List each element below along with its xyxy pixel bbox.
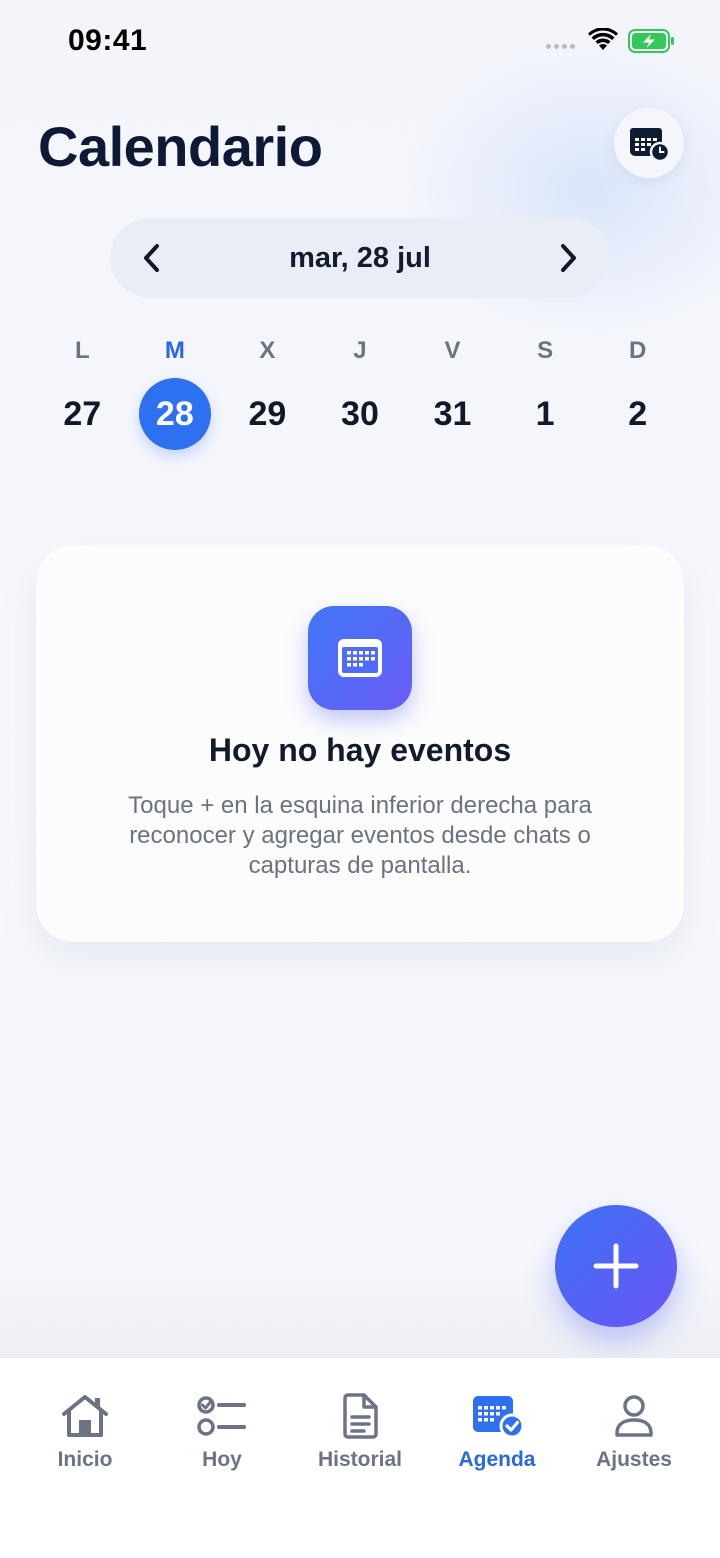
person-icon [615, 1395, 653, 1437]
tab-historial[interactable]: Historial [290, 1392, 430, 1472]
tab-label: Historial [317, 1448, 403, 1471]
week-day[interactable]: L 27 [36, 334, 129, 450]
document-icon [343, 1393, 378, 1439]
day-letter: D [628, 337, 647, 364]
calendar-settings-button[interactable] [614, 108, 684, 178]
home-icon [62, 1395, 108, 1437]
chevron-right-icon [561, 244, 576, 272]
calendar-icon [338, 639, 382, 677]
current-date-label[interactable]: mar, 28 jul [110, 242, 610, 275]
tab-inicio[interactable]: Inicio [15, 1392, 155, 1472]
day-number-selected[interactable]: 28 [138, 378, 211, 450]
week-day[interactable]: D 2 [591, 334, 684, 450]
battery-charging-icon [628, 29, 674, 53]
day-number[interactable]: 1 [509, 378, 581, 450]
day-letter: V [444, 337, 461, 364]
status-bar: 09:41 [0, 0, 720, 82]
tab-hoy[interactable]: Hoy [152, 1392, 292, 1472]
day-letter: X [259, 337, 276, 364]
checklist-icon [197, 1396, 246, 1436]
day-letter: M [164, 337, 185, 364]
calendar-check-icon [473, 1396, 524, 1439]
week-strip: L 27 M 28 X 29 J 30 V 31 S 1 D 2 [36, 334, 684, 450]
day-letter: S [537, 337, 554, 364]
day-letter: L [74, 337, 90, 364]
calendar-clock-icon [630, 128, 670, 162]
empty-state-description: Toque + en la esquina inferior derecha p… [128, 792, 592, 879]
wifi-icon [588, 28, 618, 50]
day-letter: J [353, 337, 367, 364]
plus-icon [593, 1243, 639, 1289]
cellular-signal-icon [546, 44, 575, 49]
week-day[interactable]: J 30 [314, 334, 407, 450]
status-time: 09:41 [68, 24, 148, 57]
week-day[interactable]: M 28 [129, 334, 222, 450]
empty-state-title: Hoy no hay eventos [208, 732, 512, 768]
tab-label: Inicio [57, 1448, 113, 1471]
date-navigator: mar, 28 jul [110, 218, 610, 298]
empty-state-card: Hoy no hay eventos Toque + en la esquina… [36, 545, 684, 942]
day-number[interactable]: 31 [417, 378, 489, 450]
add-event-button[interactable] [555, 1205, 677, 1327]
week-day[interactable]: V 31 [406, 334, 499, 450]
next-day-button[interactable] [552, 242, 584, 274]
day-number[interactable]: 2 [602, 378, 674, 450]
week-day[interactable]: X 29 [221, 334, 314, 450]
day-number[interactable]: 27 [46, 378, 118, 450]
week-day[interactable]: S 1 [499, 334, 592, 450]
tab-agenda[interactable]: Agenda [427, 1392, 567, 1472]
page-title: Calendario [38, 115, 323, 178]
empty-state-icon-tile [308, 606, 412, 710]
tab-bar: Inicio Hoy Historial Agenda Ajustes [0, 1357, 720, 1558]
tab-ajustes[interactable]: Ajustes [564, 1392, 704, 1472]
tab-label: Hoy [202, 1448, 242, 1471]
tab-label: Agenda [458, 1448, 536, 1471]
day-number[interactable]: 29 [231, 378, 303, 450]
tab-label: Ajustes [596, 1448, 672, 1471]
day-number[interactable]: 30 [324, 378, 396, 450]
